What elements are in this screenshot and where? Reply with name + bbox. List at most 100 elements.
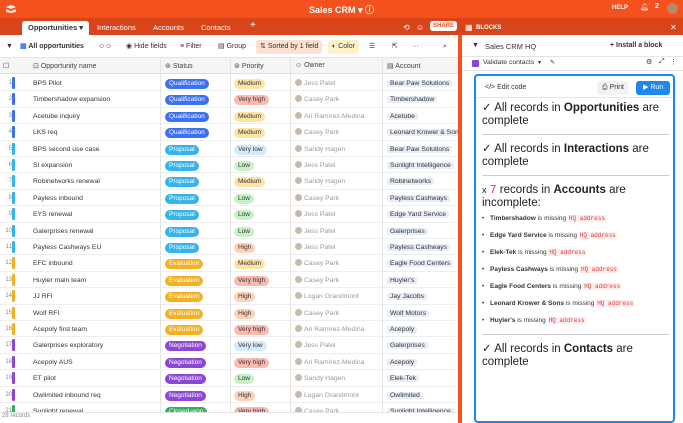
opportunity-name-cell[interactable]: Timbershadow expansion xyxy=(33,94,158,105)
share-button[interactable]: SHARE xyxy=(430,21,458,31)
run-button[interactable]: ▶ Run xyxy=(636,81,671,95)
status-cell[interactable]: Qualification xyxy=(165,78,209,89)
account-link[interactable]: Acepoly xyxy=(387,358,418,366)
priority-cell[interactable]: Medium xyxy=(234,78,266,89)
account-cell[interactable]: Timbershadow xyxy=(387,94,459,105)
account-link[interactable]: Leonard Krower & Sons xyxy=(387,129,459,137)
priority-cell[interactable]: High xyxy=(234,308,256,319)
priority-cell[interactable]: High xyxy=(234,291,256,303)
views-toggle-icon[interactable]: ▼ xyxy=(6,41,13,53)
collaborators-icon[interactable]: ☺☺ xyxy=(98,41,112,53)
account-cell[interactable]: Edge Yard Service xyxy=(387,209,459,220)
status-cell[interactable]: Proposal xyxy=(165,193,199,204)
account-link[interactable]: Huyler's xyxy=(387,276,418,284)
priority-cell[interactable]: Low xyxy=(234,373,254,385)
opportunity-name-cell[interactable]: Acepoly AUS xyxy=(33,357,158,368)
tab-opportunities[interactable]: Opportunities ▾ xyxy=(22,21,90,35)
priority-cell[interactable]: Very low xyxy=(234,144,267,155)
status-cell[interactable]: Proposal xyxy=(165,176,199,188)
blocks-label[interactable]: BLOCKS xyxy=(476,21,501,35)
account-link[interactable]: Elek-Tek xyxy=(387,375,420,383)
chevron-down-icon[interactable]: ▾ xyxy=(538,59,541,66)
priority-cell[interactable]: High xyxy=(234,242,256,253)
owner-cell[interactable]: Sandy Hagen xyxy=(295,373,380,384)
opportunity-name-cell[interactable]: Galerprises exploratory xyxy=(33,340,158,351)
status-cell[interactable]: Negotiation xyxy=(165,340,206,352)
col-owner[interactable]: ☺ Owner xyxy=(295,62,325,69)
owner-cell[interactable]: Logan Grandmont xyxy=(295,291,380,302)
account-link[interactable]: Robinetworks xyxy=(387,178,435,186)
account-cell[interactable]: Acetube xyxy=(387,111,459,122)
status-cell[interactable]: Evaluation xyxy=(165,291,204,303)
priority-cell[interactable]: High xyxy=(234,390,256,401)
account-link[interactable]: Galerprises xyxy=(387,227,428,235)
owner-cell[interactable]: Jess Patel xyxy=(295,78,380,89)
settings-icon[interactable]: ⚙ xyxy=(646,58,652,66)
owner-cell[interactable]: Casey Park xyxy=(295,275,380,286)
status-cell[interactable]: Proposal xyxy=(165,160,199,171)
account-cell[interactable]: Elek-Tek xyxy=(387,373,459,384)
account-link[interactable]: Timbershadow xyxy=(387,96,438,104)
tab-interactions[interactable]: Interactions xyxy=(97,21,136,35)
print-button[interactable]: ⎙ Print xyxy=(597,81,629,95)
color-button[interactable]: ◐ Color xyxy=(328,40,359,54)
account-cell[interactable]: Acepoly xyxy=(387,357,459,368)
account-link[interactable]: Payless Cashways xyxy=(387,244,451,251)
owner-cell[interactable]: Jess Patel xyxy=(295,226,380,237)
priority-cell[interactable]: Medium xyxy=(234,176,266,188)
priority-cell[interactable]: Very high xyxy=(234,324,270,335)
account-cell[interactable]: Acepoly xyxy=(387,324,459,335)
dashboard-toggle-icon[interactable]: ▼ xyxy=(472,42,479,49)
account-link[interactable]: Owlimited xyxy=(387,391,423,399)
status-cell[interactable]: Negotiation xyxy=(165,357,206,368)
priority-cell[interactable]: Low xyxy=(234,226,254,237)
account-cell[interactable]: Jay Jacobs xyxy=(387,291,459,302)
account-link[interactable]: Wolf Motors xyxy=(387,309,430,317)
opportunity-name-cell[interactable]: JJ RFI xyxy=(33,291,158,302)
opportunity-name-cell[interactable]: Acetube inquiry xyxy=(33,111,158,122)
priority-cell[interactable]: Low xyxy=(234,209,254,221)
priority-cell[interactable]: Medium xyxy=(234,111,266,122)
account-link[interactable]: Acetube xyxy=(387,112,418,120)
block-name[interactable]: Validate contacts xyxy=(483,59,534,66)
owner-cell[interactable]: Casey Park xyxy=(295,127,380,138)
owner-cell[interactable]: Jess Patel xyxy=(295,209,380,220)
view-selector[interactable]: ▦ All opportunities xyxy=(20,41,84,53)
account-link[interactable]: Eagle Food Centers xyxy=(387,260,454,268)
info-icon[interactable]: ⓘ xyxy=(365,5,374,15)
status-cell[interactable]: Evaluation xyxy=(165,258,204,270)
hide-fields-button[interactable]: ◉ Hide fields xyxy=(126,41,167,53)
status-cell[interactable]: Evaluation xyxy=(165,308,204,319)
account-link[interactable]: Bear Paw Solutions xyxy=(387,145,453,153)
status-cell[interactable]: Proposal xyxy=(165,209,199,221)
opportunity-name-cell[interactable]: EFC inbound xyxy=(33,258,158,269)
opportunity-name-cell[interactable]: Galerprises renewal xyxy=(33,226,158,237)
owner-cell[interactable]: Ari Ramírez-Medina xyxy=(295,357,380,368)
search-icon[interactable]: ⌕ xyxy=(443,41,447,53)
group-button[interactable]: ▤ Group xyxy=(218,41,246,53)
dashboard-title[interactable]: Sales CRM HQ xyxy=(485,42,536,51)
opportunity-name-cell[interactable]: Payless Cashways EU xyxy=(33,242,158,253)
owner-cell[interactable]: Casey Park xyxy=(295,94,380,105)
status-cell[interactable]: Negotiation xyxy=(165,373,206,385)
opportunity-name-cell[interactable]: BPS Pilot xyxy=(33,78,158,89)
opportunity-name-cell[interactable]: Robinetworks renewal xyxy=(33,176,158,187)
priority-cell[interactable]: Very high xyxy=(234,357,270,368)
account-link[interactable]: Galerprises xyxy=(387,342,428,350)
expand-icon[interactable]: ⤢ xyxy=(659,58,665,66)
history-icon[interactable]: ⟲ xyxy=(403,21,410,35)
opportunity-name-cell[interactable]: Owlimited inbound req xyxy=(33,390,158,401)
bell-icon[interactable]: 🔔︎ xyxy=(640,3,649,11)
opportunity-name-cell[interactable]: ET pilot xyxy=(33,373,158,384)
col-priority[interactable]: ⊚ Priority xyxy=(234,62,264,70)
priority-cell[interactable]: Low xyxy=(234,193,254,204)
opportunity-name-cell[interactable]: EYS renewal xyxy=(33,209,158,220)
base-title[interactable]: Sales CRM ▾ ⓘ xyxy=(0,3,683,16)
row-height-icon[interactable]: ☰ xyxy=(369,41,375,53)
filter-button[interactable]: ≡ Filter xyxy=(180,41,202,53)
priority-cell[interactable]: Low xyxy=(234,160,254,171)
account-cell[interactable]: Bear Paw Solutions xyxy=(387,144,459,155)
account-cell[interactable]: Leonard Krower & Sons xyxy=(387,127,459,138)
tab-contacts[interactable]: Contacts xyxy=(201,21,231,35)
col-opportunity-name[interactable]: ⊡ Opportunity name xyxy=(33,62,96,70)
